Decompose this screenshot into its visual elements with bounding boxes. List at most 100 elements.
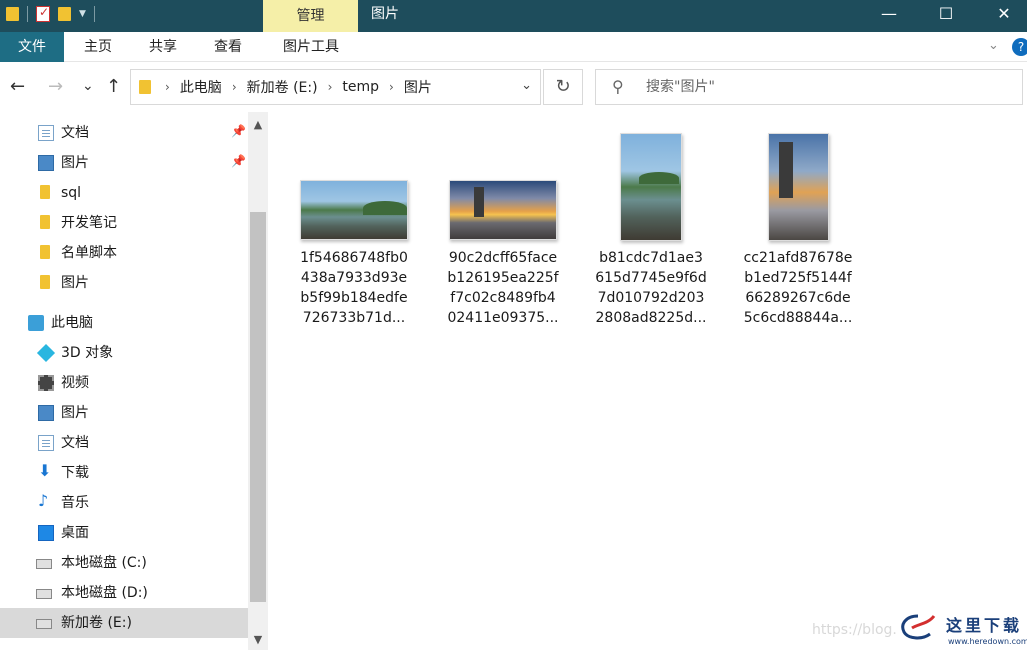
file-name-line: b5f99b184edfe xyxy=(300,290,408,306)
expand-ribbon-chevron-icon[interactable]: ⌄ xyxy=(988,38,999,53)
chevron-right-icon[interactable]: › xyxy=(328,80,333,94)
recent-locations-button[interactable]: ⌄ xyxy=(82,78,94,94)
search-icon: ⚲ xyxy=(612,77,624,96)
sidebar-item-pictures[interactable]: 图片 xyxy=(0,398,248,428)
toolbar-divider xyxy=(93,6,95,22)
file-name: b81cdc7d1ae3 615d7745e9f6d 7d010792d203 … xyxy=(591,248,711,328)
sidebar-scrollbar[interactable]: ▲ ▼ xyxy=(248,112,268,650)
file-list: 1f54686748fb0 438a7933d93e b5f99b184edfe… xyxy=(268,112,1027,650)
sidebar-item-this-pc[interactable]: 此电脑 xyxy=(0,308,248,338)
image-thumbnail[interactable] xyxy=(768,133,829,241)
minimize-button[interactable]: — xyxy=(860,0,918,28)
image-thumbnail[interactable] xyxy=(620,133,682,241)
sidebar-item-documents[interactable]: 文档 xyxy=(0,428,248,458)
sidebar-item-drive-e[interactable]: 新加卷 (E:) xyxy=(0,608,248,638)
breadcrumb-this-pc[interactable]: 此电脑 xyxy=(180,77,222,97)
file-name-line: 438a7933d93e xyxy=(300,270,408,286)
chevron-right-icon[interactable]: › xyxy=(232,80,237,94)
file-name-line: 1f54686748fb0 xyxy=(300,250,408,266)
sidebar-item-pictures-quick[interactable]: 图片 📌 xyxy=(0,148,248,178)
sidebar-item-videos[interactable]: 视频 xyxy=(0,368,248,398)
file-name-line: 02411e09375... xyxy=(447,310,559,326)
document-icon xyxy=(38,435,54,451)
customize-toolbar-chevron-icon[interactable]: ▼ xyxy=(79,9,86,19)
file-name: 90c2dcff65face b126195ea225f f7c02c8489f… xyxy=(443,248,563,328)
breadcrumb-temp[interactable]: temp xyxy=(342,79,379,95)
sidebar-item-downloads[interactable]: ⬇ 下载 xyxy=(0,458,248,488)
new-folder-icon[interactable] xyxy=(58,7,71,21)
sidebar-item-label: 图片 xyxy=(61,275,89,291)
up-button[interactable]: ↑ xyxy=(106,76,121,97)
sidebar-item-drive-d[interactable]: 本地磁盘 (D:) xyxy=(0,578,248,608)
drive-icon xyxy=(36,559,52,569)
breadcrumb-drive-e[interactable]: 新加卷 (E:) xyxy=(247,77,318,97)
search-box[interactable]: ⚲ 搜索"图片" xyxy=(595,69,1023,105)
folder-icon xyxy=(40,275,50,289)
file-name-line: 90c2dcff65face xyxy=(448,250,558,266)
tab-manage[interactable]: 管理 xyxy=(263,0,358,32)
sidebar-item-music[interactable]: ♪ 音乐 xyxy=(0,488,248,518)
videos-icon xyxy=(38,375,54,391)
address-history-chevron-icon[interactable]: ⌄ xyxy=(521,78,532,93)
image-thumbnail[interactable] xyxy=(449,180,557,240)
back-button[interactable]: ← xyxy=(10,76,25,97)
file-item[interactable]: cc21afd87678e b1ed725f5144f 66289267c6de… xyxy=(738,132,858,342)
breadcrumb: › 此电脑 › 新加卷 (E:) › temp › 图片 xyxy=(165,70,432,104)
file-item[interactable]: b81cdc7d1ae3 615d7745e9f6d 7d010792d203 … xyxy=(591,132,711,342)
tab-file[interactable]: 文件 xyxy=(0,32,64,62)
tab-home[interactable]: 主页 xyxy=(68,32,128,62)
sidebar-item-label: sql xyxy=(61,185,82,201)
pin-icon[interactable]: 📌 xyxy=(231,154,246,168)
scroll-down-chevron-icon[interactable]: ▼ xyxy=(248,633,268,646)
file-item[interactable]: 90c2dcff65face b126195ea225f f7c02c8489f… xyxy=(443,132,563,342)
title-bar: ▼ 管理 图片 — ☐ ✕ xyxy=(0,0,1027,32)
file-name-line: b126195ea225f xyxy=(447,270,559,286)
sidebar-item-pictures-folder[interactable]: 图片 xyxy=(0,268,248,298)
file-name-line: 726733b71d... xyxy=(302,310,406,326)
address-bar[interactable]: › 此电脑 › 新加卷 (E:) › temp › 图片 ⌄ xyxy=(130,69,541,105)
sidebar-item-label: 下载 xyxy=(61,465,89,481)
quick-access-toolbar: ▼ xyxy=(6,5,95,22)
pictures-icon xyxy=(38,405,54,421)
folder-icon xyxy=(40,245,50,259)
document-icon xyxy=(38,125,54,141)
sidebar-item-documents-quick[interactable]: 文档 📌 xyxy=(0,118,248,148)
close-button[interactable]: ✕ xyxy=(975,0,1027,28)
forward-button[interactable]: → xyxy=(48,76,63,97)
file-item[interactable]: 1f54686748fb0 438a7933d93e b5f99b184edfe… xyxy=(294,132,414,342)
tab-share[interactable]: 共享 xyxy=(134,32,192,62)
maximize-button[interactable]: ☐ xyxy=(917,0,975,28)
sidebar-item-list-scripts[interactable]: 名单脚本 xyxy=(0,238,248,268)
sidebar-item-label: 新加卷 (E:) xyxy=(61,615,132,631)
chevron-right-icon[interactable]: › xyxy=(389,80,394,94)
tab-view[interactable]: 查看 xyxy=(198,32,258,62)
scrollbar-thumb[interactable] xyxy=(250,212,266,602)
file-name-line: 66289267c6de xyxy=(745,290,851,306)
tab-picture-tools[interactable]: 图片工具 xyxy=(264,32,358,62)
search-input[interactable]: 搜索"图片" xyxy=(646,70,715,104)
sidebar-item-dev-notes[interactable]: 开发笔记 xyxy=(0,208,248,238)
window-title: 图片 xyxy=(371,6,399,22)
scroll-up-chevron-icon[interactable]: ▲ xyxy=(248,118,268,131)
chevron-right-icon[interactable]: › xyxy=(165,80,170,94)
refresh-button[interactable]: ↻ xyxy=(543,69,583,105)
help-icon[interactable]: ? xyxy=(1012,38,1027,56)
file-name: cc21afd87678e b1ed725f5144f 66289267c6de… xyxy=(738,248,858,328)
lighthouse-shape xyxy=(474,187,484,217)
pin-icon[interactable]: 📌 xyxy=(231,124,246,138)
sidebar-item-3d-objects[interactable]: 3D 对象 xyxy=(0,338,248,368)
toolbar-divider xyxy=(27,6,28,22)
music-icon: ♪ xyxy=(38,491,49,510)
watermark-brand: 这里下载 xyxy=(946,616,1023,635)
sidebar-item-desktop[interactable]: 桌面 xyxy=(0,518,248,548)
sidebar-item-label: 音乐 xyxy=(61,495,89,511)
sidebar-item-label: 3D 对象 xyxy=(61,345,114,361)
sidebar-item-drive-c[interactable]: 本地磁盘 (C:) xyxy=(0,548,248,578)
breadcrumb-pictures[interactable]: 图片 xyxy=(404,77,432,97)
sidebar-item-label: 开发笔记 xyxy=(61,215,117,231)
drive-icon xyxy=(36,589,52,599)
image-thumbnail[interactable] xyxy=(300,180,408,240)
sidebar-item-sql[interactable]: sql xyxy=(0,178,248,208)
file-name-line: b1ed725f5144f xyxy=(744,270,852,286)
properties-icon[interactable] xyxy=(36,5,50,22)
